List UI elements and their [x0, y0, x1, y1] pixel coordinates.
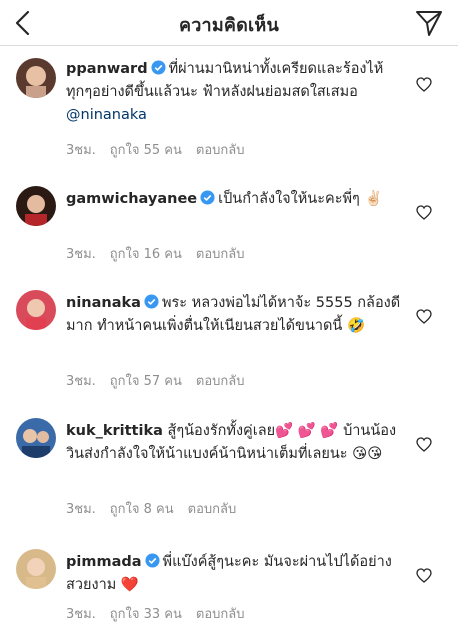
avatar[interactable]: [16, 418, 56, 458]
comment-likes[interactable]: ถูกใจ 16 คน: [110, 247, 182, 262]
heart-icon[interactable]: [416, 309, 432, 324]
avatar[interactable]: [16, 186, 56, 226]
comment-meta: 3ชม. ถูกใจ 55 คน ตอบกลับ: [66, 139, 259, 160]
comment-likes[interactable]: ถูกใจ 33 คน: [110, 607, 182, 622]
verified-badge-icon: [151, 60, 166, 75]
reply-button[interactable]: ตอบกลับ: [196, 143, 245, 158]
reply-button[interactable]: ตอบกลับ: [196, 607, 245, 622]
comment-likes[interactable]: ถูกใจ 8 คน: [110, 502, 174, 517]
comment-username[interactable]: ppanward: [66, 61, 148, 77]
comment-time: 3ชม.: [66, 247, 96, 262]
heart-icon[interactable]: [416, 77, 432, 92]
comment-username[interactable]: pimmada: [66, 554, 142, 570]
heart-icon[interactable]: [416, 568, 432, 583]
reply-button[interactable]: ตอบกลับ: [196, 374, 245, 389]
page-title: ความคิดเห็น: [179, 15, 279, 36]
verified-badge-icon: [200, 190, 215, 205]
send-icon[interactable]: [414, 8, 444, 38]
reply-button[interactable]: ตอบกลับ: [188, 502, 237, 517]
comment-username[interactable]: kuk_krittika: [66, 423, 163, 439]
comment-body: gamwichayanee เป็นกำลังใจให้นะคะพี่ๆ ✌🏻: [66, 188, 406, 211]
comment-meta: 3ชม. ถูกใจ 16 คน ตอบกลับ: [66, 243, 259, 264]
header-bar: ความคิดเห็น: [0, 0, 458, 46]
avatar[interactable]: [16, 290, 56, 330]
comment-likes[interactable]: ถูกใจ 57 คน: [110, 374, 182, 389]
mention-link[interactable]: @ninanaka: [66, 107, 147, 123]
avatar[interactable]: [16, 549, 56, 589]
reply-button[interactable]: ตอบกลับ: [196, 247, 245, 262]
comment-body: ninanaka พระ หลวงพ่อไม่ได้หาจ้ะ 5555 กล้อ…: [66, 292, 406, 338]
avatar[interactable]: [16, 58, 56, 98]
comment-text: เป็นกำลังใจให้นะคะพี่ๆ ✌🏻: [218, 191, 383, 207]
comment-likes[interactable]: ถูกใจ 55 คน: [110, 143, 182, 158]
comment-username[interactable]: gamwichayanee: [66, 191, 197, 207]
verified-badge-icon: [145, 553, 160, 568]
comment-meta: 3ชม. ถูกใจ 33 คน ตอบกลับ: [66, 603, 259, 624]
heart-icon[interactable]: [416, 205, 432, 220]
comment-time: 3ชม.: [66, 374, 96, 389]
comment-time: 3ชม.: [66, 502, 96, 517]
comment-username[interactable]: ninanaka: [66, 295, 141, 311]
comment-body: pimmada พี่แบ๊งค์สู้ๆนะคะ มันจะผ่านไปได้อ…: [66, 551, 406, 597]
comment-meta: 3ชม. ถูกใจ 8 คน ตอบกลับ: [66, 498, 250, 519]
comment-body: kuk_krittika สู้ๆน้องรักทั้งคู่เลย💕 💕 💕 …: [66, 420, 406, 466]
comment-time: 3ชม.: [66, 607, 96, 622]
comment-body: ppanward ที่ผ่านมานิหน่าทั้งเครียดและร้อง…: [66, 58, 406, 127]
verified-badge-icon: [144, 294, 159, 309]
heart-icon[interactable]: [416, 437, 432, 452]
comment-time: 3ชม.: [66, 143, 96, 158]
comment-meta: 3ชม. ถูกใจ 57 คน ตอบกลับ: [66, 370, 259, 391]
